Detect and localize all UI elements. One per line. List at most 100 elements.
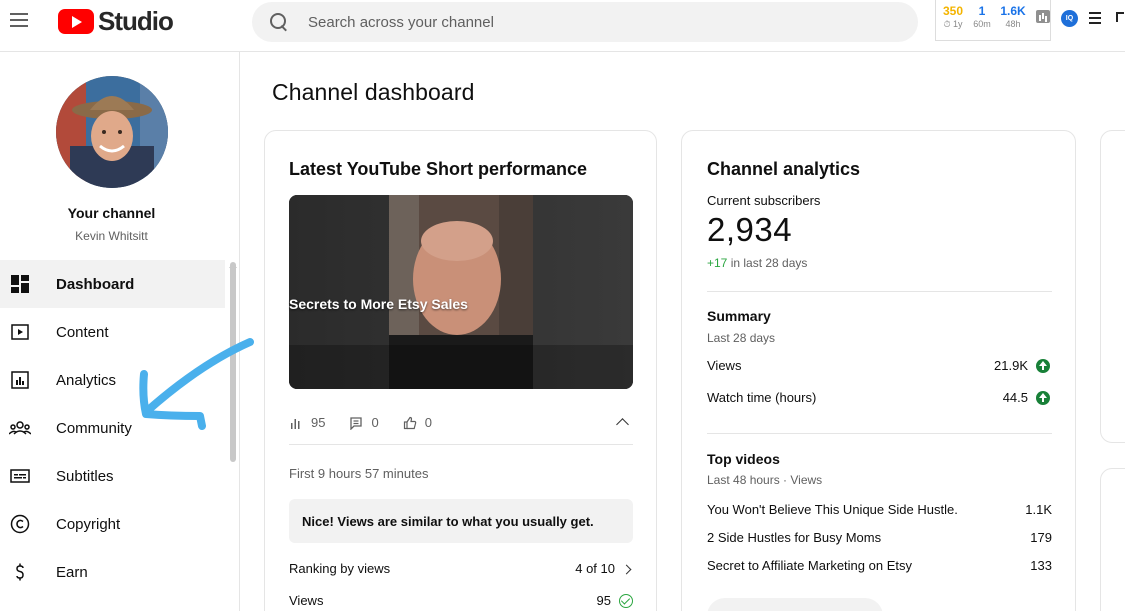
- views-value-group: 95: [597, 593, 633, 608]
- check-circle-icon: [619, 593, 633, 608]
- sidebar-item-label: Dashboard: [56, 275, 135, 293]
- sidebar-item-subtitles[interactable]: Subtitles: [0, 452, 225, 500]
- avatar-photo: [56, 76, 168, 188]
- sidebar-item-content[interactable]: Content: [0, 308, 225, 356]
- top-video-views: 1.1K: [1025, 502, 1052, 517]
- subscribers-delta-value: +17: [707, 256, 728, 270]
- sidebar-item-copyright[interactable]: Copyright: [0, 500, 225, 548]
- views-value: 95: [596, 593, 611, 608]
- sidebar-nav: Dashboard Content Analytics Community Su…: [0, 260, 225, 596]
- trend-up-icon: [1036, 390, 1050, 405]
- short-likes-stat: 0: [403, 415, 432, 430]
- channel-owner-name: Kevin Whitsitt: [75, 229, 148, 243]
- divider: [707, 433, 1052, 434]
- top-header: Studio 350 ⏱ 1y 1 60m 1.6K 48h IQ: [0, 0, 1125, 52]
- dollar-icon: [8, 560, 32, 584]
- top-video-row[interactable]: 2 Side Hustles for Busy Moms 179: [707, 530, 1052, 545]
- extension-toolbar[interactable]: 350 ⏱ 1y 1 60m 1.6K 48h: [935, 0, 1051, 41]
- go-to-analytics-button[interactable]: Go to channel analytics: [707, 598, 883, 611]
- subscribers-count: 2,934: [707, 211, 793, 248]
- content-icon: [8, 320, 32, 344]
- subtitles-icon: [8, 464, 32, 488]
- summary-title: Summary: [707, 308, 771, 324]
- metric-row-views: Views 21.9K: [707, 358, 1050, 373]
- page-title: Channel dashboard: [272, 79, 475, 105]
- thumbs-up-icon: [403, 416, 417, 430]
- ext-stat-sub: ⏱ 1y: [943, 19, 963, 29]
- views-bar-icon: [289, 416, 303, 430]
- chevron-right-icon[interactable]: [623, 564, 633, 574]
- short-stats-row: 95 0 0: [289, 401, 633, 445]
- top-video-title: 2 Side Hustles for Busy Moms: [707, 530, 882, 545]
- ranking-label: Ranking by views: [289, 561, 391, 576]
- short-views-stat: 95: [289, 415, 325, 430]
- studio-logo[interactable]: Studio: [58, 6, 174, 37]
- sidebar-item-dashboard[interactable]: Dashboard: [0, 260, 225, 308]
- divider: [707, 291, 1052, 292]
- trend-up-icon: [1036, 358, 1050, 373]
- metric-row-watch-time: Watch time (hours) 44.5: [707, 390, 1050, 405]
- metric-value-group: 44.5: [1003, 390, 1050, 405]
- app-name: Studio: [98, 6, 174, 36]
- short-likes-count: 0: [424, 415, 432, 430]
- sidebar-item-label: Content: [56, 323, 109, 341]
- hamburger-menu-icon[interactable]: [10, 8, 34, 32]
- subscribers-delta-suffix: in last 28 days: [727, 256, 808, 270]
- sidebar: Your channel Kevin Whitsitt Dashboard Co…: [0, 52, 254, 611]
- partial-card-right-top: [1100, 130, 1125, 443]
- metric-value: 21.9K: [994, 358, 1028, 373]
- ext-stat-value: 1.6K: [1000, 4, 1026, 18]
- ext-stat-2: 1 60m: [970, 0, 994, 29]
- top-video-title: You Won't Believe This Unique Side Hustl…: [707, 502, 958, 517]
- community-icon: [8, 416, 32, 440]
- views-label: Views: [289, 593, 324, 608]
- comment-icon: [349, 416, 363, 431]
- search-bar[interactable]: [252, 2, 918, 42]
- top-video-title: Secret to Affiliate Marketing on Etsy: [707, 558, 912, 573]
- channel-avatar[interactable]: [56, 76, 168, 188]
- short-period-label: First 9 hours 57 minutes: [289, 466, 429, 481]
- analytics-icon: [8, 368, 32, 392]
- sidebar-item-earn[interactable]: Earn: [0, 548, 225, 596]
- top-video-views: 179: [1030, 530, 1052, 545]
- vidiq-badge-icon[interactable]: IQ: [1061, 10, 1078, 27]
- collapse-chevron-icon[interactable]: [615, 415, 629, 429]
- sidebar-item-analytics[interactable]: Analytics: [0, 356, 225, 404]
- youtube-logo-icon: [58, 9, 94, 34]
- top-videos-title: Top videos: [707, 451, 780, 467]
- ranking-row[interactable]: Ranking by views 4 of 10: [289, 561, 633, 576]
- summary-period: Last 28 days: [707, 331, 776, 345]
- short-views-row: Views 95: [289, 593, 633, 608]
- top-video-row[interactable]: Secret to Affiliate Marketing on Etsy 13…: [707, 558, 1052, 573]
- short-thumbnail[interactable]: [289, 195, 633, 389]
- short-views-count: 95: [311, 415, 326, 430]
- card-title: Channel analytics: [707, 159, 861, 179]
- sidebar-item-label: Analytics: [56, 371, 117, 389]
- metric-value: 44.5: [1002, 390, 1028, 405]
- ext-stat-1: 350 ⏱ 1y: [936, 0, 970, 30]
- sidebar-item-community[interactable]: Community: [0, 404, 225, 452]
- sidebar-item-label: Subtitles: [56, 467, 114, 485]
- ranking-value: 4 of 10: [575, 561, 615, 576]
- ext-stat-sub: 48h: [1005, 19, 1021, 29]
- ext-stat-sub: 60m: [973, 19, 991, 29]
- flag-icon[interactable]: [1116, 12, 1124, 22]
- partial-card-right-bottom: [1100, 468, 1125, 611]
- search-icon[interactable]: [269, 12, 289, 32]
- dashboard-icon: [8, 272, 32, 296]
- channel-analytics-card: Channel analytics Current subscribers 2,…: [681, 130, 1076, 611]
- subscribers-delta: +17 in last 28 days: [707, 256, 807, 270]
- sidebar-item-label: Earn: [56, 563, 88, 581]
- list-icon[interactable]: [1089, 12, 1101, 24]
- channel-title: Your channel: [67, 205, 156, 221]
- search-input[interactable]: [308, 13, 868, 31]
- metric-label: Views: [707, 358, 742, 373]
- sidebar-item-label: Community: [56, 419, 132, 437]
- sidebar-scrollbar[interactable]: [230, 262, 236, 462]
- top-video-row[interactable]: You Won't Believe This Unique Side Hustl…: [707, 502, 1052, 517]
- short-thumbnail-image: [289, 195, 633, 389]
- short-comments-count: 0: [371, 415, 379, 430]
- metric-label: Watch time (hours): [707, 390, 817, 405]
- ext-stat-value: 1: [978, 4, 986, 18]
- bar-chart-icon[interactable]: [1036, 10, 1050, 23]
